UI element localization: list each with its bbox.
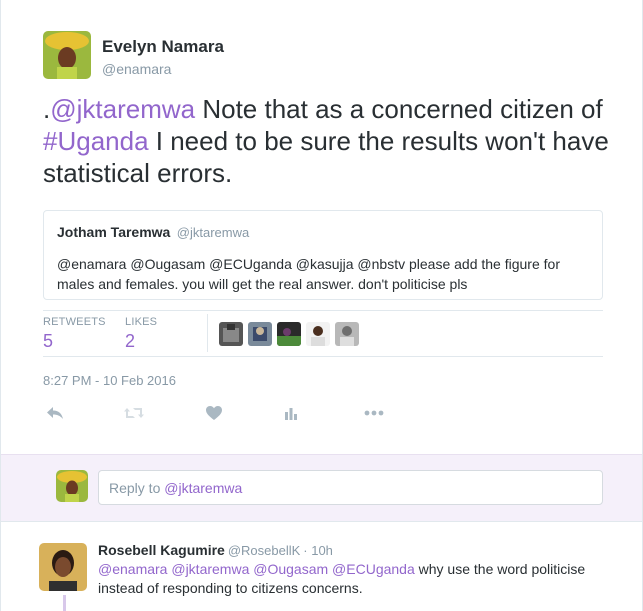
- divider: [43, 356, 603, 357]
- tweet-card: Evelyn Namara @enamara .@jktaremwa Note …: [0, 0, 643, 611]
- liker-avatar[interactable]: [306, 322, 330, 346]
- tweet-timestamp[interactable]: 8:27 PM - 10 Feb 2016: [43, 373, 176, 388]
- retweets-stat[interactable]: RETWEETS 5: [43, 316, 106, 352]
- reply-input-prefix: Reply to: [109, 480, 165, 496]
- reply-text: @enamara @jktaremwa @Ougasam @ECUganda w…: [98, 560, 603, 598]
- hashtag-link[interactable]: #Uganda: [43, 126, 149, 156]
- reply-author-handle[interactable]: @RosebellK: [228, 543, 300, 558]
- reply-author-avatar[interactable]: [39, 543, 87, 591]
- quoted-tweet[interactable]: Jotham Taremwa @jktaremwa @enamara @Ouga…: [43, 210, 603, 300]
- reply-author-name[interactable]: Rosebell Kagumire: [98, 542, 225, 558]
- retweet-icon[interactable]: [122, 403, 146, 423]
- analytics-icon[interactable]: [279, 403, 303, 423]
- more-icon[interactable]: [362, 403, 386, 423]
- reply-mentions[interactable]: @enamara @jktaremwa @Ougasam @ECUganda: [98, 561, 415, 577]
- reply-time[interactable]: · 10h: [303, 543, 333, 558]
- quoted-author-handle: @jktaremwa: [176, 225, 250, 240]
- thread-line: [63, 595, 66, 611]
- likes-count: 2: [125, 331, 136, 351]
- quoted-tweet-text: @enamara @Ougasam @ECUganda @kasujja @nb…: [57, 256, 560, 292]
- quoted-author-name: Jotham Taremwa: [57, 224, 171, 240]
- liker-avatar[interactable]: [335, 322, 359, 346]
- divider: [43, 310, 603, 311]
- retweets-label: RETWEETS: [43, 316, 106, 328]
- liker-avatar[interactable]: [219, 322, 243, 346]
- mention-link[interactable]: @jktaremwa: [50, 94, 195, 124]
- liker-avatar[interactable]: [248, 322, 272, 346]
- reply-input[interactable]: Reply to @jktaremwa: [98, 470, 603, 505]
- reply-author-line: Rosebell Kagumire @RosebellK · 10h: [98, 542, 333, 558]
- reply-icon[interactable]: [43, 403, 67, 423]
- likes-label: LIKES: [125, 316, 158, 328]
- likes-stat[interactable]: LIKES 2: [125, 316, 157, 352]
- author-name[interactable]: Evelyn Namara: [102, 37, 224, 57]
- liker-avatar[interactable]: [277, 322, 301, 346]
- tweet-text: .@jktaremwa Note that as a concerned cit…: [43, 93, 613, 189]
- retweets-count: 5: [43, 331, 54, 351]
- current-user-avatar: [56, 470, 88, 502]
- tweet-text-middle: Note that as a concerned citizen of: [195, 94, 603, 124]
- author-handle[interactable]: @enamara: [102, 61, 171, 77]
- reply-input-mention: @jktaremwa: [164, 480, 243, 496]
- heart-icon[interactable]: [202, 403, 226, 423]
- author-avatar[interactable]: [43, 31, 91, 79]
- stats-divider: [207, 314, 208, 352]
